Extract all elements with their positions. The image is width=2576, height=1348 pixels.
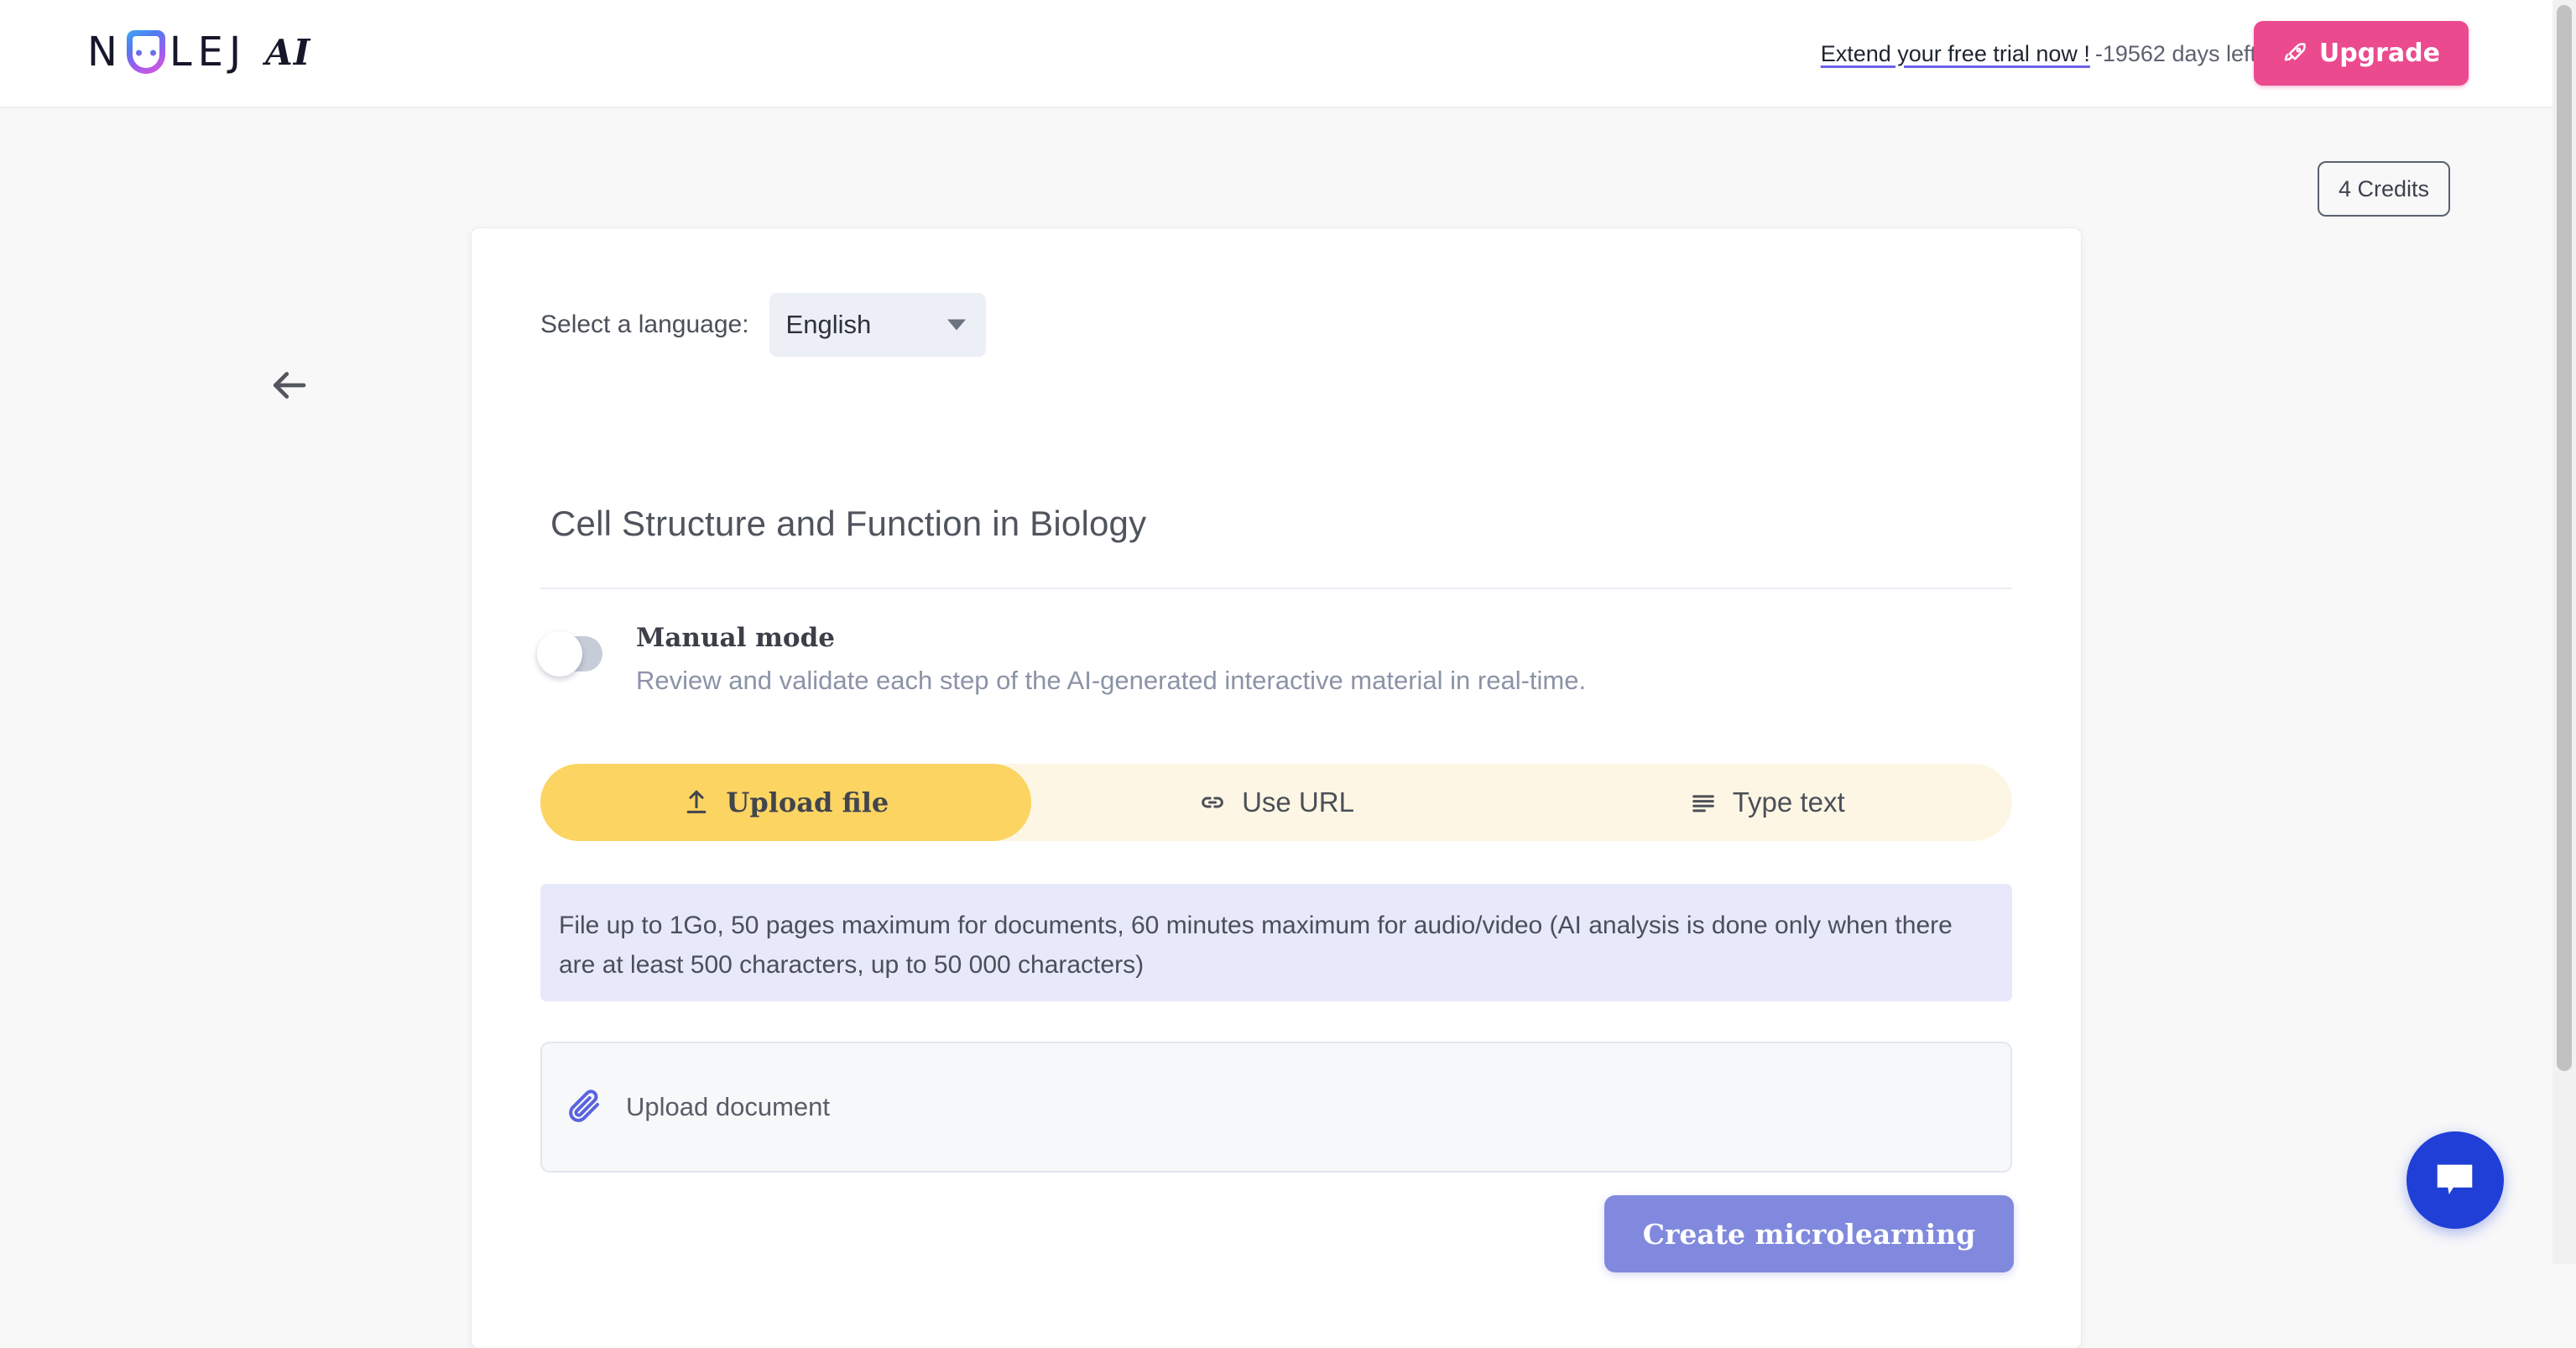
upload-limits-banner: File up to 1Go, 50 pages maximum for doc… — [540, 884, 2012, 1001]
language-select[interactable]: English — [769, 293, 986, 357]
section-divider — [540, 588, 2012, 589]
logo-ai-text: AI — [265, 31, 311, 73]
toggle-knob — [537, 631, 582, 677]
upgrade-label: Upgrade — [2318, 39, 2440, 68]
create-microlearning-button[interactable]: Create microlearning — [1604, 1195, 2014, 1272]
logo-text-prefix: N — [87, 29, 123, 76]
language-value: English — [785, 310, 872, 339]
extend-trial-link[interactable]: Extend your free trial now ! — [1821, 41, 2090, 67]
page-title: Cell Structure and Function in Biology — [550, 504, 1147, 543]
text-lines-icon — [1689, 788, 1718, 817]
page-body: 4 Credits Select a language: English Cel… — [0, 107, 2576, 1348]
credits-badge[interactable]: 4 Credits — [2317, 161, 2450, 217]
upload-limits-text: File up to 1Go, 50 pages maximum for doc… — [559, 912, 1953, 980]
manual-mode-toggle[interactable] — [537, 631, 602, 677]
upload-document-dropzone[interactable]: Upload document — [540, 1042, 2012, 1173]
tab-type-text[interactable]: Type text — [1521, 764, 2012, 841]
back-button[interactable] — [263, 359, 315, 411]
tab-use-url[interactable]: Use URL — [1031, 764, 1522, 841]
tab-use-url-label: Use URL — [1242, 786, 1354, 818]
upload-icon — [682, 788, 711, 817]
page-scrollbar-thumb[interactable] — [2557, 5, 2572, 1071]
trial-days-left: -19562 days left — [2094, 40, 2256, 66]
chat-support-button[interactable] — [2407, 1131, 2504, 1229]
source-type-tabs: Upload file Use URL Type text — [540, 764, 2012, 841]
language-selector-row: Select a language: English — [540, 293, 986, 357]
credits-label: 4 Credits — [2338, 175, 2429, 201]
link-icon — [1198, 788, 1227, 817]
tab-upload-file[interactable]: Upload file — [540, 764, 1031, 841]
chevron-down-icon — [946, 319, 966, 331]
rocket-icon — [2282, 41, 2307, 66]
tab-upload-file-label: Upload file — [726, 786, 889, 818]
logo-text-suffix: LEJ — [169, 29, 248, 76]
tab-type-text-label: Type text — [1732, 786, 1845, 818]
app-header: N LEJ AI Extend your free trial now ! -1… — [0, 0, 2576, 107]
upgrade-button[interactable]: Upgrade — [2253, 21, 2469, 86]
manual-mode-row: Manual mode Review and validate each ste… — [537, 623, 1587, 698]
nolej-ai-logo[interactable]: N LEJ AI — [87, 22, 310, 82]
nolej-face-logo-icon — [126, 30, 165, 74]
manual-mode-title: Manual mode — [636, 623, 836, 653]
paperclip-icon — [564, 1087, 604, 1127]
language-label: Select a language: — [540, 311, 749, 338]
arrow-left-icon — [266, 363, 311, 408]
manual-mode-description: Review and validate each step of the AI-… — [636, 666, 1587, 696]
trial-status: Extend your free trial now ! -19562 days… — [1821, 0, 2256, 107]
upload-document-label: Upload document — [626, 1092, 830, 1121]
chat-bubble-icon — [2431, 1156, 2480, 1204]
